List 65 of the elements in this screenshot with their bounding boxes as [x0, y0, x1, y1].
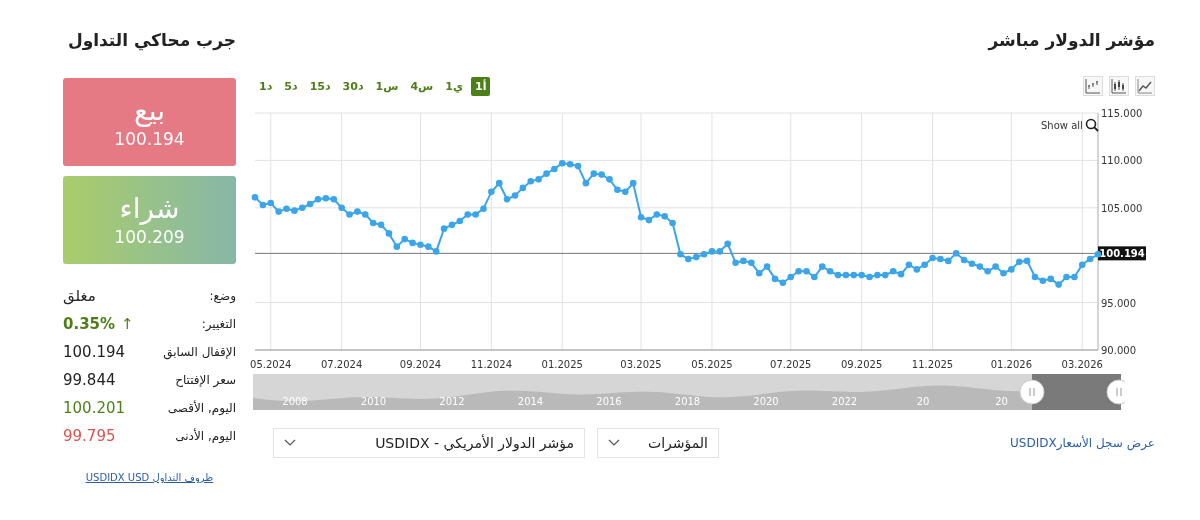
stat-label: الإقفال السابق [163, 345, 236, 359]
y-axis-label: 110.000 [1101, 155, 1143, 167]
x-axis-label: 09.2025 [840, 359, 883, 370]
stat-value: 99.795 [63, 427, 116, 445]
navigator-year-label: 2008 [282, 396, 308, 407]
line-chart-icon[interactable] [1135, 76, 1155, 96]
stat-label: وضع: [209, 289, 236, 303]
instrument-dropdown[interactable]: مؤشر الدولار الأمريكي - USDIDX [273, 428, 585, 458]
x-axis-label: 01.2026 [990, 359, 1032, 370]
timeframe-tab[interactable]: 30د [338, 76, 368, 96]
navigator-year-label: 20 [916, 396, 930, 407]
stat-value: 100.201 [63, 399, 126, 417]
up-arrow-icon: ↑ [121, 315, 134, 333]
navigator-year-label: 2018 [674, 396, 701, 407]
x-axis-label: 03.2026 [1061, 359, 1103, 370]
y-axis-label: 105.000 [1101, 202, 1143, 214]
range-handle[interactable] [1019, 379, 1045, 405]
x-axis-label: 11.2024 [470, 359, 513, 370]
price-history-link[interactable]: عرض سجل الأسعارUSDIDX [1010, 436, 1155, 450]
navigator-year-label: 2010 [360, 396, 387, 407]
page-title: مؤشر الدولار مباشر [986, 30, 1155, 53]
candlestick-icon[interactable] [1109, 76, 1129, 96]
y-axis-label: 90.000 [1101, 345, 1136, 356]
navigator-year-label: 20 [995, 396, 1008, 407]
x-axis-label: 11.2025 [911, 359, 954, 370]
stat-value: 100.194 [63, 343, 126, 361]
y-axis-label: 95.000 [1101, 297, 1136, 309]
timeframe-tab[interactable]: 1أ [471, 76, 491, 96]
trading-conditions-link[interactable]: ظروف التداول USDIDX USD [63, 472, 236, 483]
timeframe-tab[interactable]: 1ي [441, 76, 467, 96]
y-axis-label: 115.000 [1101, 108, 1143, 119]
navigator-year-label: 2016 [596, 396, 622, 407]
x-axis-label: 01.2025 [541, 359, 583, 370]
stat-label: اليوم, الأدنى [175, 429, 236, 443]
stat-label: التغيير: [201, 317, 236, 331]
chevron-down-icon [284, 439, 296, 447]
range-handle[interactable] [1106, 379, 1125, 405]
x-axis-label: 09.2024 [399, 359, 442, 370]
stat-value: 0.35% [63, 315, 116, 333]
x-axis-label: 07.2025 [770, 359, 812, 370]
bar-chart-icon[interactable] [1083, 76, 1103, 96]
chevron-down-icon [608, 439, 620, 447]
data-point [582, 179, 590, 187]
timeframe-tab[interactable]: 15د [305, 76, 335, 96]
timeframe-tab[interactable]: 1س [371, 76, 403, 96]
navigator-year-label: 2022 [831, 396, 858, 407]
stat-value: 99.844 [63, 371, 116, 389]
simulator-title: جرب محاكي التداول [66, 30, 236, 52]
navigator-year-label: 2014 [517, 396, 544, 407]
price-badge: 100.194 [1098, 246, 1146, 261]
stat-value: مغلق [63, 287, 96, 305]
navigator-year-label: 2020 [753, 396, 779, 407]
x-axis-label: 05.2024 [250, 359, 292, 370]
navigator-year-label: 2012 [439, 396, 465, 407]
timeframe-tab[interactable]: 5د [280, 76, 302, 96]
timeframe-tab[interactable]: 4س [406, 76, 438, 96]
category-dropdown[interactable]: المؤشرات [597, 428, 719, 458]
x-axis-label: 07.2024 [321, 359, 363, 370]
zoom-icon[interactable] [1084, 118, 1099, 132]
stat-label: اليوم, الأقصى [167, 401, 236, 415]
show-all-label[interactable]: Show all [1041, 119, 1083, 131]
timeframe-tab[interactable]: 1د [255, 76, 277, 96]
stat-label: سعر الإفتتاح [175, 373, 236, 387]
x-axis-label: 05.2025 [691, 359, 733, 370]
x-axis-label: 03.2025 [620, 359, 662, 370]
